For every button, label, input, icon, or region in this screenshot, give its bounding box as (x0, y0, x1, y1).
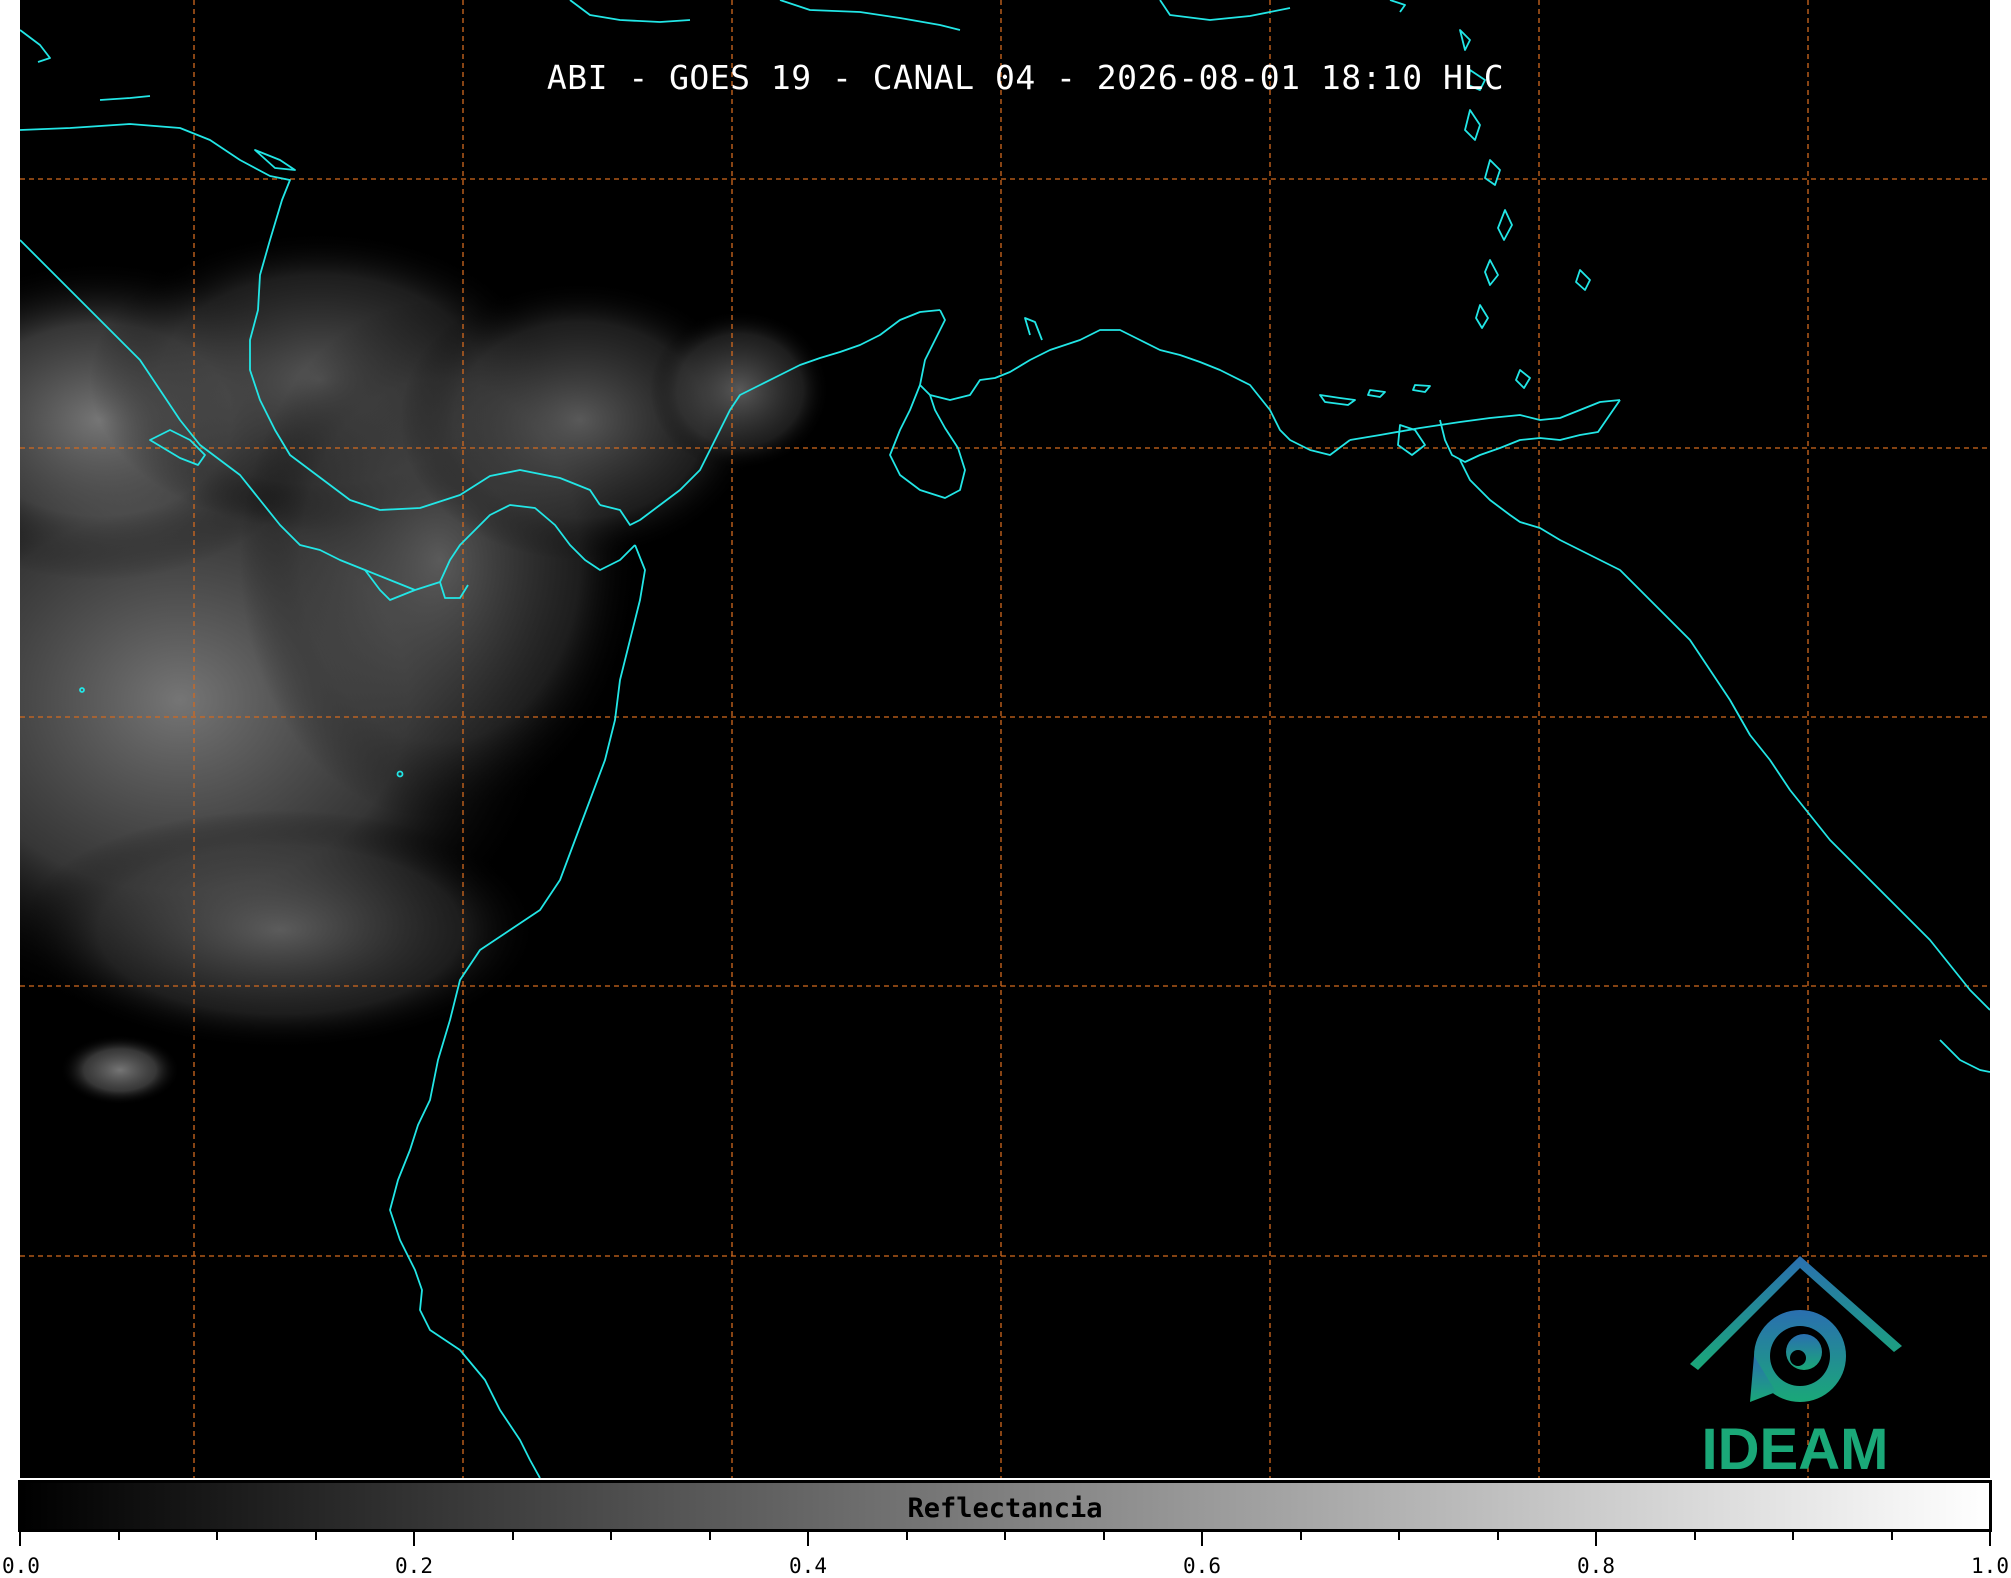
colorbar-major-tick (1201, 1532, 1203, 1546)
colorbar-major-tick (807, 1532, 809, 1546)
colorbar-minor-tick (1890, 1532, 1893, 1540)
colorbar-minor-tick (511, 1532, 514, 1540)
colorbar-minor-tick (1792, 1532, 1794, 1540)
ideam-logo: IDEAM (1680, 1252, 1910, 1478)
colorbar-major-tick (1989, 1532, 1991, 1546)
colorbar-ticks: 0.0 0.2 0.4 0.6 0.8 1.0 (0, 1532, 2011, 1578)
mountain-swirl-icon (1690, 1256, 1902, 1402)
map-title: ABI - GOES 19 - CANAL 04 - 2026-08-01 18… (546, 58, 1505, 97)
colorbar-major-tick (19, 1532, 21, 1546)
colorbar-label: Reflectancia (907, 1493, 1103, 1524)
colorbar-minor-tick (1693, 1532, 1696, 1540)
colorbar-tick-label: 0.2 (395, 1554, 433, 1578)
colorbar-minor-tick (1102, 1532, 1105, 1540)
colorbar-tick-label: 0.8 (1577, 1554, 1615, 1578)
colorbar-minor-tick (216, 1532, 218, 1540)
colorbar-tick-label: 0.0 (2, 1554, 40, 1578)
colorbar-tick-label: 1.0 (1971, 1554, 2009, 1578)
colorbar-minor-tick (314, 1532, 317, 1540)
satellite-map: ABI - GOES 19 - CANAL 04 - 2026-08-01 18… (20, 0, 1990, 1478)
colorbar-major-tick (413, 1532, 415, 1546)
colorbar-minor-tick (1496, 1532, 1499, 1540)
colorbar: Reflectancia (18, 1480, 1992, 1532)
colorbar-minor-tick (1299, 1532, 1302, 1540)
colorbar-major-tick (1595, 1532, 1597, 1546)
colorbar-minor-tick (708, 1532, 711, 1540)
colorbar-minor-tick (905, 1532, 908, 1540)
colorbar-tick-label: 0.4 (789, 1554, 827, 1578)
colorbar-minor-tick (1398, 1532, 1400, 1540)
logo-text: IDEAM (1701, 1417, 1889, 1478)
colorbar-minor-tick (610, 1532, 612, 1540)
colorbar-tick-label: 0.6 (1183, 1554, 1221, 1578)
colorbar-minor-tick (117, 1532, 120, 1540)
colorbar-minor-tick (1004, 1532, 1006, 1540)
